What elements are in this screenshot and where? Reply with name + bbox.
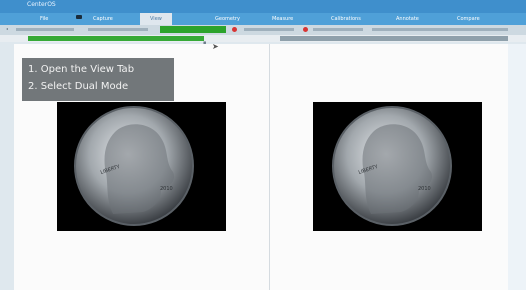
menu-item-compare[interactable]: Compare [457,16,480,22]
toolbar-slider[interactable] [313,28,363,31]
menu-item-calibrations[interactable]: Calibrations [331,16,361,22]
penny-image: LIBERTY 2010 [332,106,452,226]
window-title: CenterOS [27,1,56,8]
menu-item-capture[interactable]: Capture [93,16,113,22]
mouse-cursor-icon: ➤ [212,42,219,51]
toolbar-slider[interactable] [372,28,508,31]
penny-image: LIBERTY 2010 [74,106,194,226]
record-indicator-icon[interactable] [303,27,308,32]
dual-mode-button[interactable] [160,26,226,33]
left-pane-active-bar[interactable] [28,36,204,41]
left-image-view[interactable]: LIBERTY 2010 [57,102,226,231]
instruction-line-2: 2. Select Dual Mode [28,81,129,92]
toolbar-slider[interactable] [88,28,148,31]
record-indicator-icon[interactable] [232,27,237,32]
menu-item-view[interactable]: View [140,13,172,25]
right-image-view[interactable]: LIBERTY 2010 [313,102,482,231]
side-panel [508,44,526,290]
instruction-overlay: 1. Open the View Tab 2. Select Dual Mode [22,58,174,101]
toolbar-slider[interactable] [16,28,74,31]
camera-icon [76,15,82,19]
toolbar-slider[interactable] [244,28,294,31]
pane-divider[interactable] [269,44,270,290]
coin-year: 2010 [418,186,431,192]
toolbar-arrow-icon[interactable]: ◂ [6,26,8,31]
menu-item-geometry[interactable]: Geometry [215,16,240,22]
right-pane-bar[interactable] [280,36,508,41]
window-titlebar: CenterOS [0,0,526,13]
menu-item-file[interactable]: File [40,16,48,22]
coin-year: 2010 [160,186,173,192]
instruction-line-1: 1. Open the View Tab [28,64,135,75]
menu-item-measure[interactable]: Measure [272,16,293,22]
menu-item-annotate[interactable]: Annotate [396,16,419,22]
